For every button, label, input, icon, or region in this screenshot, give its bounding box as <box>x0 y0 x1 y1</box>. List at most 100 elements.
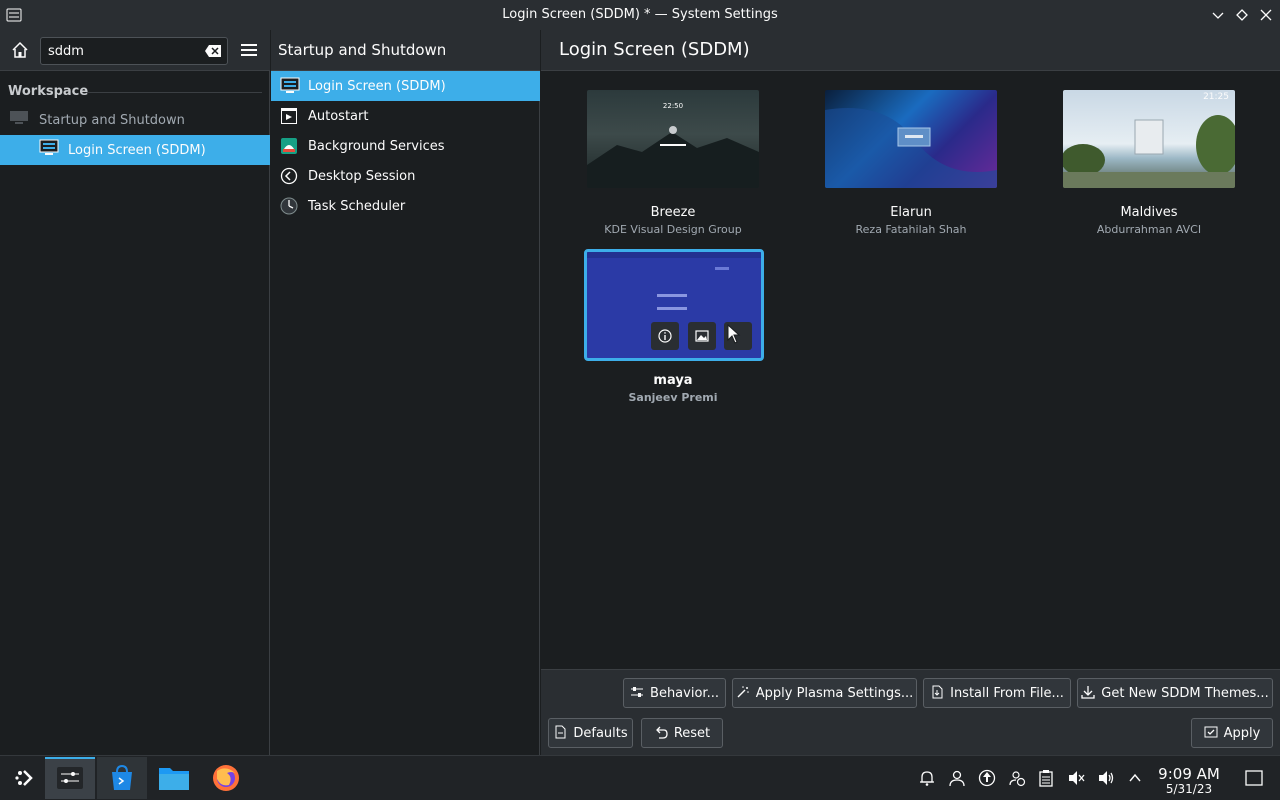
application-launcher-icon[interactable] <box>0 757 50 799</box>
install-from-file-label: Install From File... <box>950 685 1064 701</box>
apply-plasma-label: Apply Plasma Settings... <box>755 685 914 701</box>
behavior-label: Behavior... <box>650 685 719 701</box>
theme-author: Sanjeev Premi <box>628 391 718 404</box>
clear-search-icon[interactable] <box>204 43 222 63</box>
clock-icon <box>280 197 298 215</box>
info-icon[interactable] <box>651 322 679 350</box>
category-item-desktop-session[interactable]: Desktop Session <box>271 161 540 191</box>
magic-wand-icon <box>736 685 750 702</box>
category-title: Startup and Shutdown <box>278 41 447 59</box>
reset-label: Reset <box>673 725 711 741</box>
preview-clock: 21:25 <box>1203 92 1229 102</box>
taskbar: 9:09 AM 5/31/23 <box>0 755 1280 800</box>
category-item-label: Login Screen (SDDM) <box>308 78 446 94</box>
digital-clock[interactable]: 9:09 AM 5/31/23 <box>1150 765 1228 796</box>
defaults-label: Defaults <box>573 725 628 741</box>
maximize-icon[interactable] <box>1232 5 1252 25</box>
startup-icon <box>9 109 29 131</box>
preview-clock: 22:50 <box>662 102 684 110</box>
minimize-icon[interactable] <box>1208 5 1228 25</box>
sidebar-item-startup-shutdown[interactable]: Startup and Shutdown <box>0 105 270 135</box>
theme-name: Elarun <box>890 205 932 220</box>
button-bar: Behavior... Apply Plasma Settings... Ins… <box>541 669 1280 755</box>
window-title: Login Screen (SDDM) * — System Settings <box>502 7 778 22</box>
theme-preview <box>584 249 764 361</box>
page-header: Login Screen (SDDM) <box>541 30 1280 71</box>
download-icon <box>1081 685 1095 702</box>
main-panel: Login Screen (SDDM) 22:50 Breeze KDE Vis… <box>541 30 1280 755</box>
page-title: Login Screen (SDDM) <box>559 39 750 60</box>
apply-icon <box>1204 725 1218 742</box>
theme-author: Reza Fatahilah Shah <box>855 223 967 236</box>
category-item-label: Autostart <box>308 108 369 124</box>
category-header: Startup and Shutdown <box>271 30 540 71</box>
close-icon[interactable] <box>1256 5 1276 25</box>
divider <box>86 92 262 93</box>
monitor-icon <box>280 77 300 95</box>
user-icon[interactable] <box>947 768 967 788</box>
category-item-label: Task Scheduler <box>308 198 406 214</box>
theme-card-elarun[interactable]: Elarun Reza Fatahilah Shah <box>822 90 1000 236</box>
chevron-up-icon[interactable] <box>1125 768 1145 788</box>
volume-icon[interactable] <box>1096 768 1116 788</box>
theme-name: Maldives <box>1120 205 1178 220</box>
sliders-icon <box>630 685 644 702</box>
theme-card-breeze[interactable]: 22:50 Breeze KDE Visual Design Group <box>584 90 762 236</box>
home-icon[interactable] <box>11 41 31 61</box>
sidebar: Workspace Startup and Shutdown Login Scr… <box>0 30 270 755</box>
clipboard-icon[interactable] <box>1036 768 1056 788</box>
clock-date: 5/31/23 <box>1165 782 1213 796</box>
apply-button[interactable]: Apply <box>1191 718 1273 748</box>
reset-button[interactable]: Reset <box>641 718 723 748</box>
search-field[interactable] <box>40 37 228 65</box>
category-item-background-services[interactable]: Background Services <box>271 131 540 161</box>
apply-label: Apply <box>1223 725 1261 741</box>
file-install-icon <box>930 685 944 702</box>
autostart-icon <box>280 107 298 125</box>
document-icon <box>553 725 567 742</box>
mouse-cursor-icon <box>727 323 741 348</box>
category-item-autostart[interactable]: Autostart <box>271 101 540 131</box>
services-icon <box>280 137 298 155</box>
show-desktop-icon[interactable] <box>1244 768 1264 788</box>
get-new-themes-button[interactable]: Get New SDDM Themes... <box>1077 678 1273 708</box>
theme-name: maya <box>653 373 693 388</box>
category-item-label: Background Services <box>308 138 445 154</box>
undo-icon <box>654 725 668 742</box>
preview-image-icon[interactable] <box>688 322 716 350</box>
search-input[interactable] <box>48 43 198 59</box>
sidebar-item-login-screen[interactable]: Login Screen (SDDM) <box>0 135 270 165</box>
taskbar-file-manager[interactable] <box>149 757 199 799</box>
notifications-icon[interactable] <box>917 768 937 788</box>
update-icon[interactable] <box>977 768 997 788</box>
theme-name: Breeze <box>650 205 696 220</box>
defaults-button[interactable]: Defaults <box>548 718 633 748</box>
theme-author: Abdurrahman AVCI <box>1096 223 1202 236</box>
behavior-button[interactable]: Behavior... <box>623 678 726 708</box>
get-new-themes-label: Get New SDDM Themes... <box>1101 685 1269 701</box>
sidebar-toolbar <box>0 30 270 71</box>
theme-preview: 21:25 <box>1063 90 1235 188</box>
theme-card-maldives[interactable]: 21:25 Maldives Abdurrahman AVCI <box>1060 90 1238 236</box>
category-item-label: Desktop Session <box>308 168 416 184</box>
title-bar: Login Screen (SDDM) * — System Settings <box>0 0 1280 30</box>
taskbar-firefox[interactable] <box>201 757 251 799</box>
theme-preview: 22:50 <box>587 90 759 188</box>
theme-author: KDE Visual Design Group <box>604 223 742 236</box>
apply-plasma-settings-button[interactable]: Apply Plasma Settings... <box>732 678 917 708</box>
sidebar-item-label: Startup and Shutdown <box>39 112 185 128</box>
category-item-task-scheduler[interactable]: Task Scheduler <box>271 191 540 221</box>
user-switch-icon[interactable] <box>1007 768 1027 788</box>
audio-muted-icon[interactable] <box>1066 768 1086 788</box>
taskbar-system-settings[interactable] <box>45 757 95 799</box>
category-list: Startup and Shutdown Login Screen (SDDM)… <box>271 30 540 755</box>
taskbar-discover[interactable] <box>97 757 147 799</box>
theme-card-maya[interactable]: maya Sanjeev Premi <box>584 249 764 404</box>
clock-time: 9:09 AM <box>1158 765 1220 783</box>
sidebar-item-label: Login Screen (SDDM) <box>68 142 206 158</box>
category-item-login-screen[interactable]: Login Screen (SDDM) <box>271 71 540 101</box>
session-icon <box>280 167 298 185</box>
hamburger-menu-icon[interactable] <box>240 42 258 62</box>
install-from-file-button[interactable]: Install From File... <box>923 678 1071 708</box>
theme-preview <box>825 90 997 188</box>
